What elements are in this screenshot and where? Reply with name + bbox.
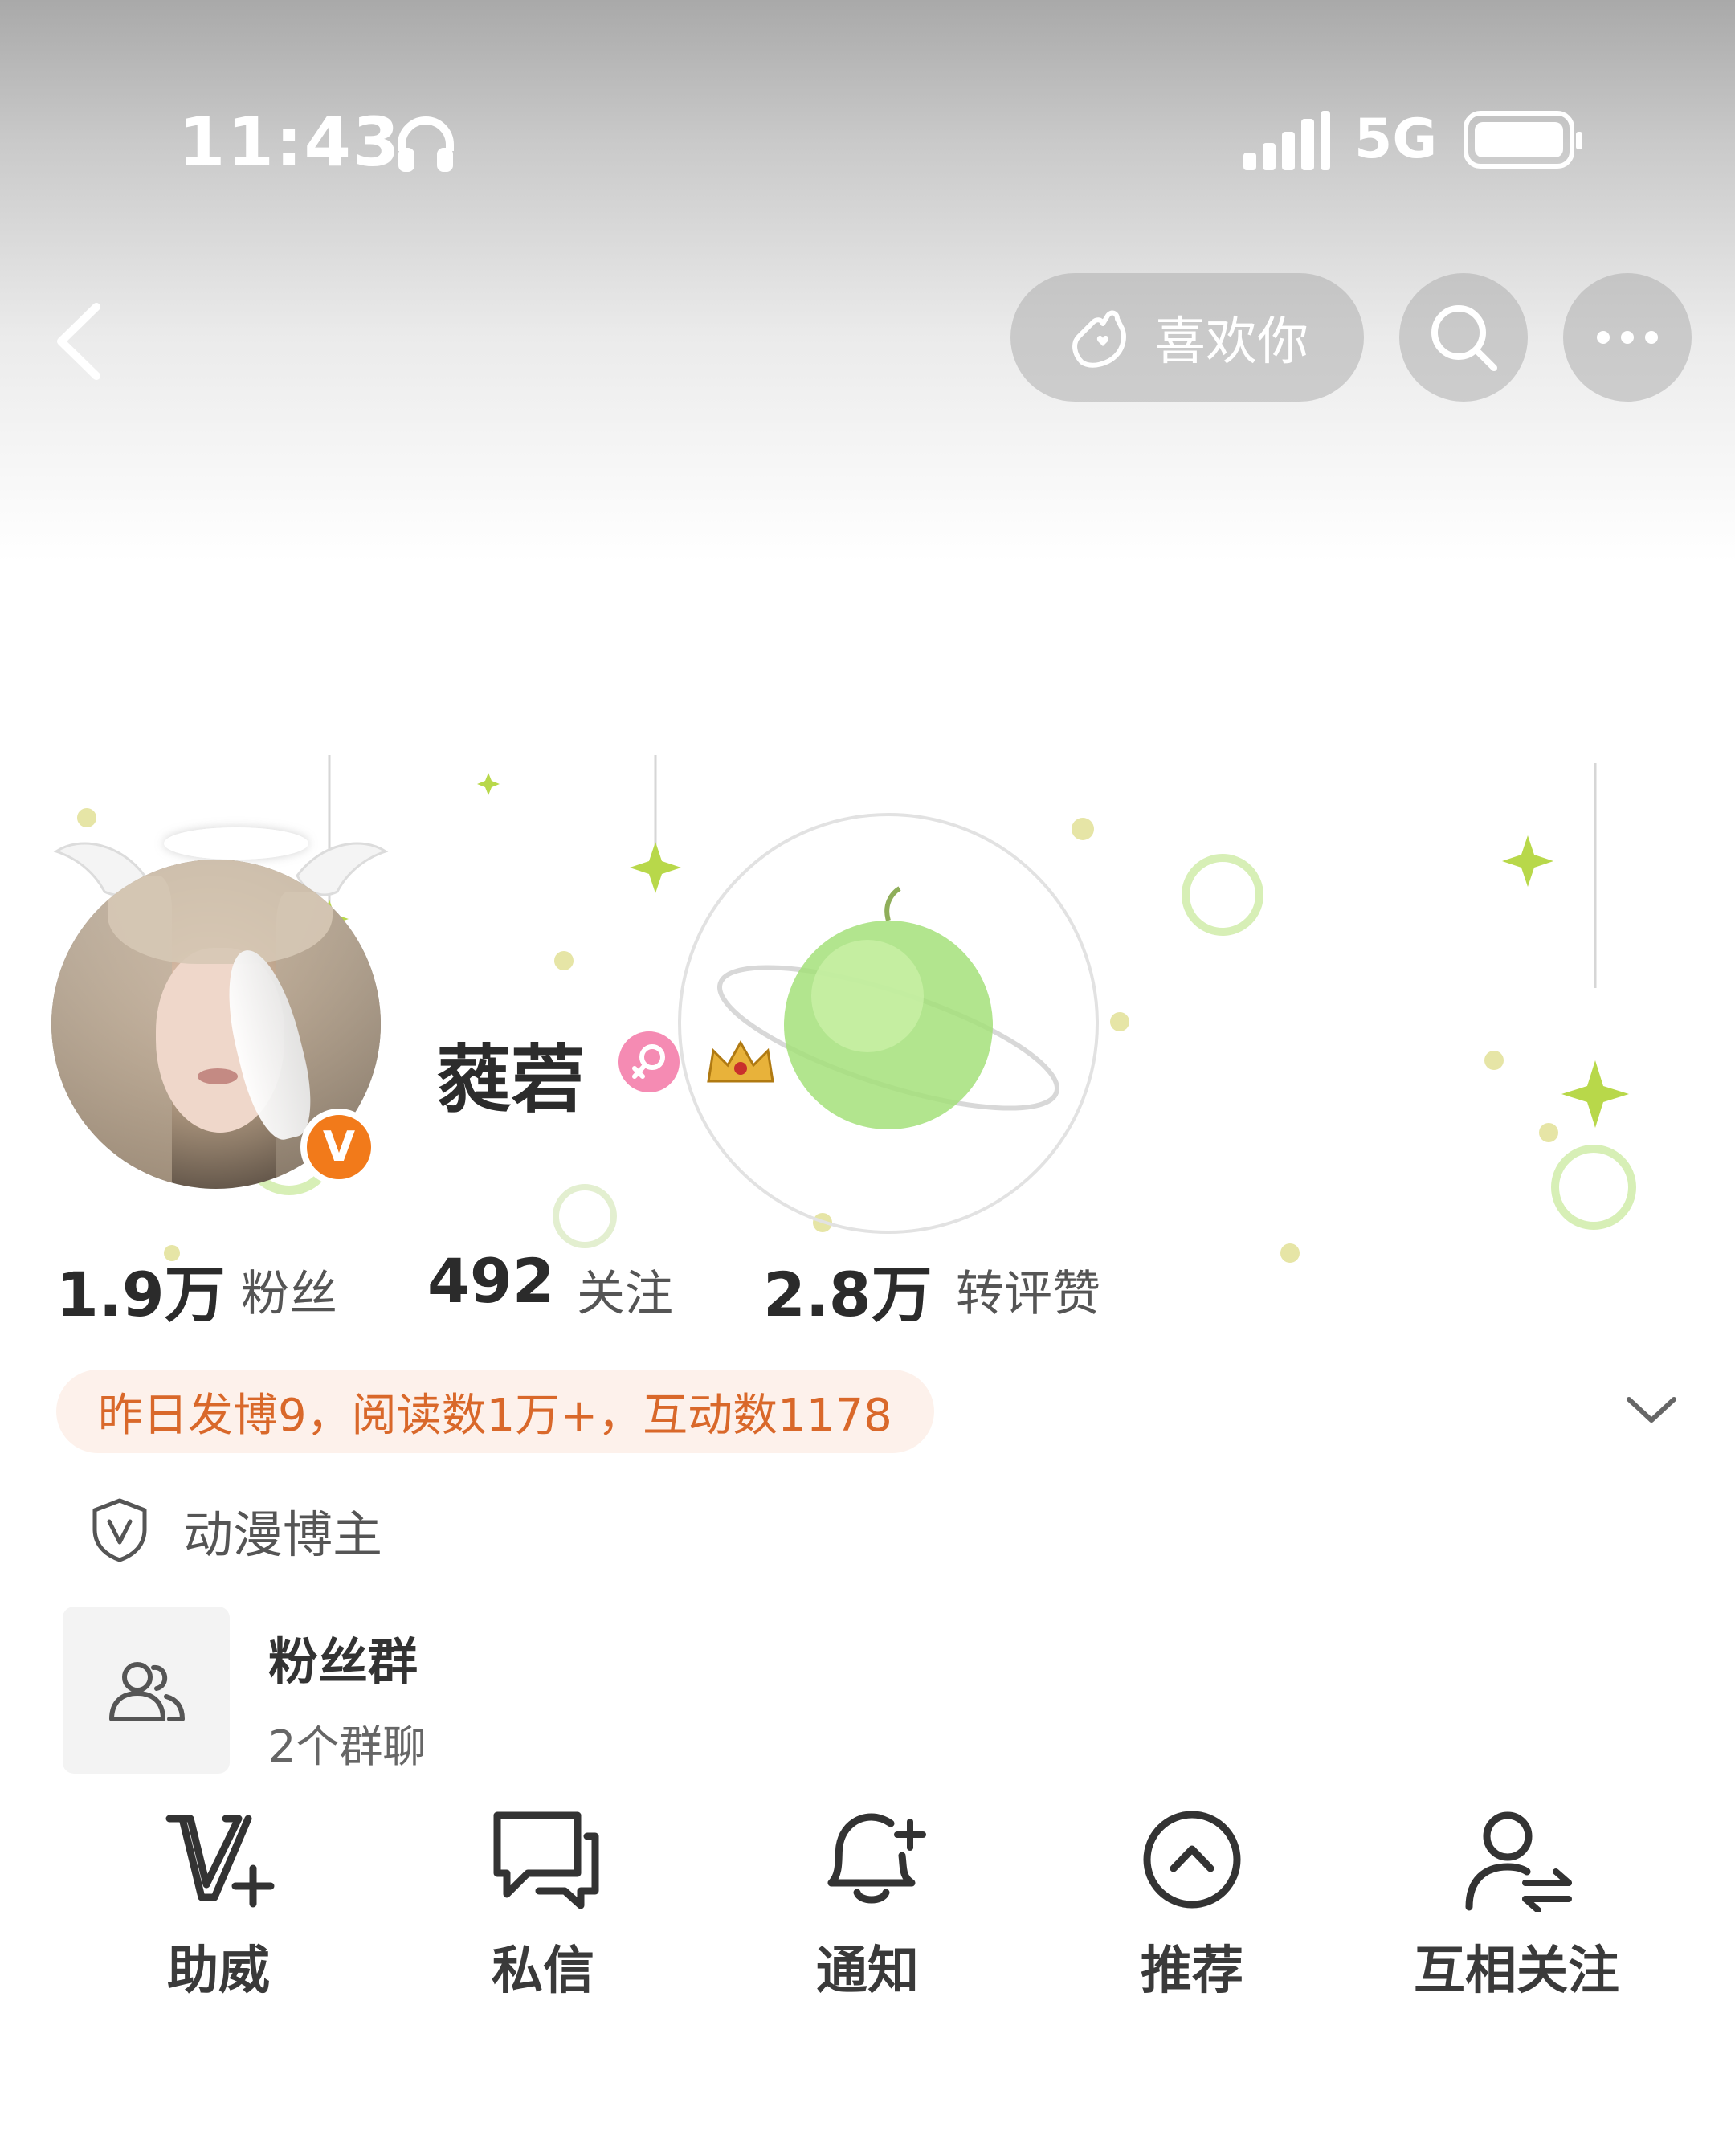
signal-icon: [1243, 111, 1330, 170]
bell-plus-icon: [827, 1813, 926, 1904]
yesterday-summary-banner[interactable]: 昨日发博9，阅读数1万+，互动数1178: [56, 1370, 934, 1453]
user-exchange-icon: [1465, 1811, 1572, 1912]
like-you-button[interactable]: 喜欢你: [1010, 273, 1364, 402]
v-plus-icon: [165, 1815, 275, 1908]
female-icon: [632, 1044, 665, 1079]
stat-followers-value: 1.9万: [56, 1259, 226, 1330]
search-button[interactable]: [1399, 273, 1528, 402]
avatar-halo: [164, 827, 308, 860]
action-mutual-follow-label: 互相关注: [1414, 1942, 1619, 2001]
action-message-label: 私信: [492, 1942, 594, 2001]
chevron-up-circle-icon: [1143, 1811, 1241, 1909]
action-mutual-follow[interactable]: 互相关注: [1396, 1807, 1637, 2001]
action-notify[interactable]: 通知: [747, 1807, 988, 2001]
chevron-left-icon[interactable]: [45, 297, 117, 386]
crown-icon: [707, 1039, 774, 1083]
action-cheer[interactable]: 助威: [98, 1807, 339, 2001]
status-bar: 11:43 5G: [0, 96, 1735, 185]
group-icon: [109, 1662, 185, 1721]
action-message[interactable]: 私信: [423, 1807, 663, 2001]
battery-icon: [1464, 111, 1582, 169]
action-cheer-label: 助威: [167, 1942, 270, 2001]
more-dots-icon: [1597, 331, 1658, 344]
stat-interactions-value: 2.8万: [763, 1259, 933, 1330]
username: 蕤菪: [437, 1037, 586, 1123]
network-type: 5G: [1354, 108, 1438, 171]
more-button[interactable]: [1563, 273, 1692, 402]
status-time: 11:43: [178, 103, 402, 182]
category-label: 动漫博主: [183, 1505, 383, 1564]
avatar-container[interactable]: V: [51, 860, 389, 1197]
hand-heart-icon: [1072, 310, 1126, 368]
action-recommend[interactable]: 推荐: [1072, 1807, 1312, 2001]
stat-following-value: 492: [427, 1245, 555, 1317]
chat-icon: [493, 1811, 599, 1909]
stat-following-label: 关注: [577, 1266, 673, 1322]
fan-group-subtitle: 2个群聊: [268, 1721, 427, 1772]
fan-group-icon-box[interactable]: [63, 1607, 230, 1774]
profile-page: 11:43 5G 喜欢你 V 蕤菪 1.9万 粉丝 492 关注 2.8万 转评…: [0, 0, 1735, 2156]
shield-v-icon: [92, 1498, 147, 1562]
category-row[interactable]: 动漫博主: [90, 1494, 382, 1566]
stat-followers-label: 粉丝: [241, 1266, 337, 1322]
stat-interactions-label: 转评赞: [956, 1266, 1100, 1322]
verified-badge: V: [300, 1109, 378, 1186]
search-icon: [1431, 305, 1497, 371]
fan-group-title[interactable]: 粉丝群: [268, 1621, 418, 1693]
chevron-down-icon[interactable]: [1623, 1390, 1680, 1430]
action-recommend-label: 推荐: [1141, 1942, 1243, 2001]
headphone-icon: [398, 116, 454, 172]
gender-badge: [618, 1031, 680, 1092]
action-notify-label: 通知: [816, 1942, 919, 2001]
like-you-label: 喜欢你: [1154, 312, 1308, 372]
